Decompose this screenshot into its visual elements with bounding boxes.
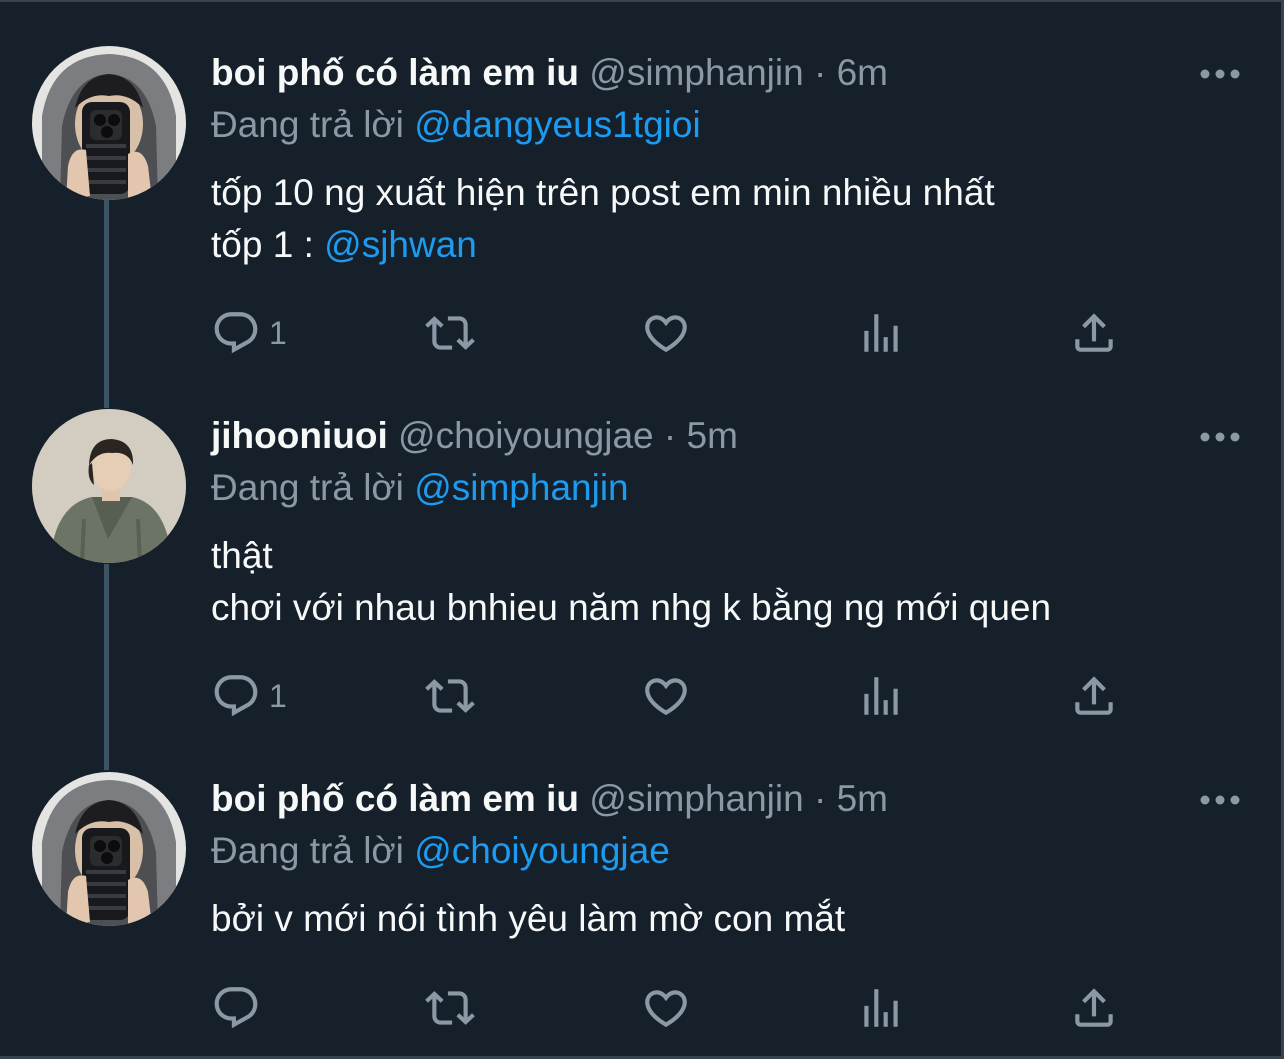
retweet-button[interactable] (425, 671, 475, 721)
reply-button[interactable] (211, 983, 269, 1033)
avatar[interactable] (32, 46, 186, 200)
action-bar: 1 (211, 308, 1131, 358)
tweet-text-line: bởi v mới nói tình yêu làm mờ con mắt (211, 893, 845, 945)
share-icon (1069, 671, 1119, 721)
reply-mention-link[interactable]: @choiyoungjae (414, 830, 670, 871)
retweet-icon (425, 671, 475, 721)
tweet-text: tốp 10 ng xuất hiện trên post em min nhi… (211, 167, 995, 271)
tweet-text-content: bởi v mới nói tình yêu làm mờ con mắt (211, 898, 846, 939)
replying-to-label: Đang trả lời (211, 830, 404, 871)
timestamp[interactable]: 5m (837, 778, 888, 819)
heart-icon (641, 671, 691, 721)
analytics-icon (856, 671, 906, 721)
tweet-header: boi phố có làm em iu @simphanjin · 6m (211, 48, 888, 98)
like-button[interactable] (641, 671, 691, 721)
tweet-text-line: chơi với nhau bnhieu năm nhg k bằng ng m… (211, 582, 1051, 634)
tweet-text-content: chơi với nhau bnhieu năm nhg k bằng ng m… (211, 587, 1052, 628)
reply-button[interactable]: 1 (211, 308, 287, 358)
tweet-text: bởi v mới nói tình yêu làm mờ con mắt (211, 893, 845, 945)
tweet-text-content: tốp 1 : (211, 224, 325, 265)
display-name[interactable]: boi phố có làm em iu (211, 778, 579, 819)
heart-icon (641, 983, 691, 1033)
tweet-text-content: thật (211, 535, 273, 576)
display-name[interactable]: jihooniuoi (211, 415, 388, 456)
tweet-text: thật chơi với nhau bnhieu năm nhg k bằng… (211, 530, 1051, 634)
retweet-icon (425, 983, 475, 1033)
separator-dot: · (813, 52, 827, 93)
user-handle[interactable]: @simphanjin (589, 778, 803, 819)
views-button[interactable] (856, 308, 906, 358)
retweet-button[interactable] (425, 983, 475, 1033)
mention-link[interactable]: @sjhwan (324, 224, 477, 265)
user-handle[interactable]: @simphanjin (589, 52, 803, 93)
user-handle[interactable]: @choiyoungjae (398, 415, 654, 456)
separator-dot: · (813, 778, 827, 819)
share-button[interactable] (1069, 671, 1119, 721)
reply-count: 1 (269, 677, 287, 714)
tweet-header: jihooniuoi @choiyoungjae · 5m (211, 411, 738, 461)
tweet-text-line: tốp 10 ng xuất hiện trên post em min nhi… (211, 167, 995, 219)
heart-icon (641, 308, 691, 358)
views-button[interactable] (856, 671, 906, 721)
tweet-text-line: tốp 1 : @sjhwan (211, 219, 995, 271)
reply-mention-link[interactable]: @dangyeus1tgioi (414, 104, 700, 145)
reply-count: 1 (269, 314, 287, 351)
analytics-icon (856, 308, 906, 358)
speech-bubble-icon (211, 671, 261, 721)
speech-bubble-icon (211, 308, 261, 358)
more-dots-icon[interactable] (1196, 788, 1244, 812)
share-button[interactable] (1069, 983, 1119, 1033)
replying-to: Đang trả lời @simphanjin (211, 463, 629, 513)
display-name[interactable]: boi phố có làm em iu (211, 52, 579, 93)
views-button[interactable] (856, 983, 906, 1033)
share-button[interactable] (1069, 308, 1119, 358)
like-button[interactable] (641, 983, 691, 1033)
replying-to-label: Đang trả lời (211, 467, 404, 508)
tweet-header: boi phố có làm em iu @simphanjin · 5m (211, 774, 888, 824)
more-dots-icon[interactable] (1196, 62, 1244, 86)
avatar[interactable] (32, 772, 186, 926)
more-dots-icon[interactable] (1196, 425, 1244, 449)
action-bar (211, 983, 1131, 1033)
replying-to: Đang trả lời @choiyoungjae (211, 826, 670, 876)
avatar[interactable] (32, 409, 186, 563)
separator-dot: · (663, 415, 677, 456)
analytics-icon (856, 983, 906, 1033)
reply-mention-link[interactable]: @simphanjin (414, 467, 628, 508)
thread-line (104, 564, 109, 770)
timestamp[interactable]: 6m (837, 52, 888, 93)
share-icon (1069, 308, 1119, 358)
share-icon (1069, 983, 1119, 1033)
like-button[interactable] (641, 308, 691, 358)
replying-to: Đang trả lời @dangyeus1tgioi (211, 100, 701, 150)
tweet-text-content: tốp 10 ng xuất hiện trên post em min nhi… (211, 172, 995, 213)
thread-line (104, 200, 109, 408)
retweet-icon (425, 308, 475, 358)
timestamp[interactable]: 5m (687, 415, 738, 456)
speech-bubble-icon (211, 983, 261, 1033)
action-bar: 1 (211, 671, 1131, 721)
reply-button[interactable]: 1 (211, 671, 287, 721)
replying-to-label: Đang trả lời (211, 104, 404, 145)
tweet-text-line: thật (211, 530, 1051, 582)
retweet-button[interactable] (425, 308, 475, 358)
